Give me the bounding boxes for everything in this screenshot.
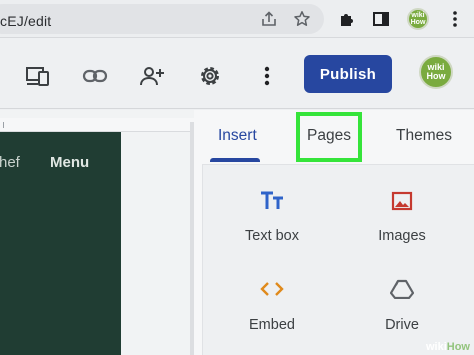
settings-gear-icon[interactable] xyxy=(196,62,224,90)
image-icon xyxy=(337,187,467,215)
extensions-puzzle-icon[interactable] xyxy=(336,8,358,30)
site-canvas: hef Menu xyxy=(0,110,194,355)
preview-devices-icon[interactable] xyxy=(24,62,52,90)
insert-embed[interactable]: Embed xyxy=(207,265,337,355)
publish-button[interactable]: Publish xyxy=(304,55,392,93)
text-box-icon xyxy=(207,187,337,215)
url-text: cEJ/edit xyxy=(0,13,52,29)
tab-insert[interactable]: Insert xyxy=(218,127,257,145)
site-preview[interactable]: hef Menu xyxy=(0,132,121,355)
bookmark-star-icon[interactable] xyxy=(291,8,313,30)
active-tab-indicator xyxy=(210,158,260,162)
side-panel-icon[interactable] xyxy=(370,8,392,30)
link-icon[interactable] xyxy=(81,62,109,90)
drive-icon xyxy=(337,275,467,303)
browser-bar: cEJ/edit wiki How xyxy=(0,0,474,38)
insert-panel: Text box Images Embed Drive xyxy=(202,164,474,355)
share-icon[interactable] xyxy=(258,8,280,30)
insert-text-box[interactable]: Text box xyxy=(207,175,337,265)
images-label: Images xyxy=(378,228,426,244)
more-vertical-icon[interactable] xyxy=(444,8,466,30)
ruler-mark xyxy=(3,122,4,128)
editor-toolbar: Publish wiki How xyxy=(0,39,474,109)
drive-label: Drive xyxy=(385,317,419,333)
account-avatar[interactable]: wiki How xyxy=(419,55,453,89)
site-nav-menu[interactable]: Menu xyxy=(50,154,89,171)
account-avatar-text: wiki How xyxy=(426,62,446,81)
site-nav-item[interactable]: hef xyxy=(0,154,20,171)
text-box-label: Text box xyxy=(245,228,299,244)
more-options-icon[interactable] xyxy=(253,62,281,90)
wikihow-watermark: wikiHow xyxy=(426,341,470,353)
side-panel: Insert Pages Themes Text box Images Embe… xyxy=(194,110,474,355)
watermark-suffix: How xyxy=(446,341,470,353)
tab-themes[interactable]: Themes xyxy=(396,127,452,145)
pages-highlight-box xyxy=(296,112,362,162)
embed-label: Embed xyxy=(249,317,295,333)
panel-tabs: Insert Pages Themes xyxy=(194,110,474,164)
profile-avatar-icon[interactable]: wiki How xyxy=(407,8,429,30)
insert-images[interactable]: Images xyxy=(337,175,467,265)
profile-avatar-text: wiki How xyxy=(410,12,426,26)
embed-icon xyxy=(207,275,337,303)
add-person-icon[interactable] xyxy=(138,62,166,90)
ruler xyxy=(0,118,194,132)
watermark-prefix: wiki xyxy=(425,341,447,353)
